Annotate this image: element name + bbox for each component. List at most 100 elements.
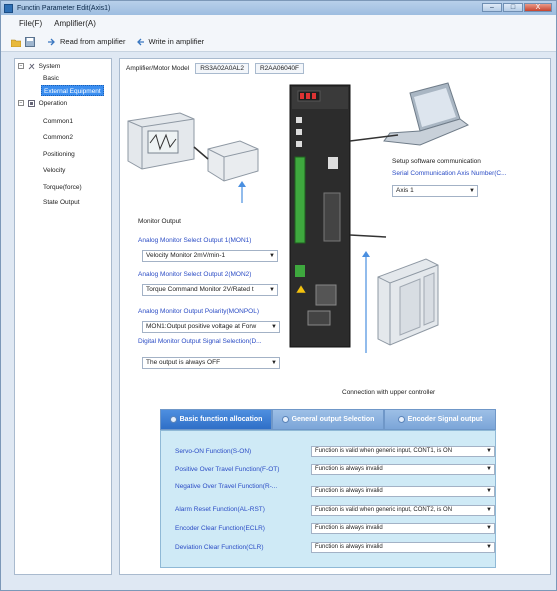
- dropdown-arrow-icon: ▼: [269, 287, 275, 293]
- model-row: Amplifier/Motor Model RS3A02A0AL2 R2AA06…: [126, 63, 304, 74]
- amplifier-model-value: RS3A02A0AL2: [195, 63, 249, 74]
- tab-label: Basic function allocation: [179, 416, 263, 423]
- mon2-value: Torque Command Monitor 2V/Rated t: [146, 286, 254, 293]
- function-label-servo-on: Servo-ON Function(S-ON): [175, 448, 252, 455]
- function-value: Function is always invalid: [315, 544, 383, 550]
- radio-icon: [281, 416, 289, 423]
- tree-item-external-equipment[interactable]: External Equipment: [41, 85, 104, 96]
- menu-bar: File(F) Amplifier(A): [1, 15, 556, 32]
- function-label-r-ot: Negative Over Travel Function(R-...: [175, 483, 278, 490]
- dropdown-arrow-icon: ▼: [269, 253, 275, 259]
- model-label: Amplifier/Motor Model: [126, 65, 190, 72]
- function-select-al-rst[interactable]: Function is valid when generic input, CO…: [311, 505, 495, 516]
- mon1-value: Velocity Monitor 2mV/min-1: [146, 252, 226, 259]
- dropdown-arrow-icon: ▼: [486, 466, 492, 472]
- app-window: Functin Parameter Edit(Axis1) – □ X File…: [0, 0, 557, 591]
- menu-amplifier[interactable]: Amplifier(A): [54, 19, 96, 28]
- maximize-button[interactable]: □: [503, 3, 523, 12]
- servo-amplifier-icon: [289, 84, 351, 348]
- function-select-clr[interactable]: Function is always invalid ▼: [311, 542, 495, 553]
- digital-monitor-value: The output is always OFF: [146, 359, 221, 366]
- read-icon: [47, 37, 57, 47]
- tab-encoder-signal-output[interactable]: Encoder Signal output: [384, 409, 496, 430]
- save-icon[interactable]: [25, 36, 35, 47]
- radio-icon: [397, 416, 405, 423]
- dropdown-arrow-icon: ▼: [486, 507, 492, 513]
- tab-label: General output Selection: [291, 416, 375, 423]
- function-select-f-ot[interactable]: Function is always invalid ▼: [311, 464, 495, 475]
- dropdown-arrow-icon: ▼: [486, 544, 492, 550]
- collapse-icon[interactable]: −: [18, 63, 24, 70]
- menu-file[interactable]: File(F): [19, 19, 42, 28]
- tree-item-torque[interactable]: Torque(force): [43, 182, 82, 193]
- dropdown-arrow-icon: ▼: [271, 360, 277, 366]
- function-label-f-ot: Positive Over Travel Function(F-OT): [175, 466, 280, 473]
- mon1-select[interactable]: Velocity Monitor 2mV/min-1 ▼: [142, 250, 278, 262]
- oscilloscope-icon: [127, 112, 195, 170]
- monpol-select[interactable]: MON1:Output positive voltage at Forw ▼: [142, 321, 280, 333]
- plc-controller-icon: [377, 258, 439, 346]
- function-value: Function is always invalid: [315, 525, 383, 531]
- navigation-tree: − System Basic External Equipment − Oper…: [14, 58, 112, 575]
- upper-controller-label: Connection with upper controller: [342, 389, 436, 396]
- radio-icon: [169, 416, 177, 423]
- app-icon: [4, 3, 13, 13]
- mon1-label: Analog Monitor Select Output 1(MON1): [138, 237, 252, 244]
- dropdown-arrow-icon: ▼: [469, 188, 475, 194]
- function-value: Function is valid when generic input, CO…: [315, 507, 453, 513]
- function-select-r-ot[interactable]: Function is always invalid ▼: [311, 486, 495, 497]
- monpol-value: MON1:Output positive voltage at Forw: [146, 323, 257, 330]
- setup-comm-title: Setup software communication: [392, 158, 481, 165]
- comm-axis-value: Axis 1: [396, 187, 414, 194]
- window-title: Functin Parameter Edit(Axis1): [17, 4, 111, 12]
- function-value: Function is always invalid: [315, 466, 383, 472]
- motor-model-value: R2AA06040F: [254, 63, 304, 74]
- write-in-amplifier-button[interactable]: Write in amplifier: [135, 37, 204, 47]
- function-select-servo-on[interactable]: Function is valid when generic input, CO…: [311, 446, 495, 457]
- comm-axis-select[interactable]: Axis 1 ▼: [392, 185, 478, 197]
- tree-label-operation: Operation: [38, 100, 68, 107]
- function-value: Function is valid when generic input, CO…: [315, 448, 453, 454]
- tab-label: Encoder Signal output: [407, 416, 483, 423]
- tree-item-velocity[interactable]: Velocity: [43, 165, 65, 176]
- title-bar: Functin Parameter Edit(Axis1) – □ X: [1, 1, 556, 15]
- dropdown-arrow-icon: ▼: [486, 488, 492, 494]
- mon2-select[interactable]: Torque Command Monitor 2V/Rated t ▼: [142, 284, 278, 296]
- dropdown-arrow-icon: ▼: [486, 448, 492, 454]
- tree-item-state-output[interactable]: State Output: [43, 197, 80, 208]
- tree-item-basic[interactable]: Basic: [43, 73, 59, 84]
- close-button[interactable]: X: [524, 3, 552, 12]
- dropdown-arrow-icon: ▼: [486, 525, 492, 531]
- monitor-device-icon: [207, 140, 259, 182]
- digital-monitor-select[interactable]: The output is always OFF ▼: [142, 357, 280, 369]
- function-select-eclr[interactable]: Function is always invalid ▼: [311, 523, 495, 534]
- collapse-icon[interactable]: −: [18, 100, 24, 107]
- mon2-label: Analog Monitor Select Output 2(MON2): [138, 271, 252, 278]
- comm-axis-label: Serial Communication Axis Number(C...: [392, 170, 507, 177]
- tree-label-system: System: [38, 63, 61, 70]
- system-icon: [28, 63, 35, 70]
- minimize-button[interactable]: –: [482, 3, 502, 12]
- operation-icon: [27, 99, 35, 107]
- main-panel: Amplifier/Motor Model RS3A02A0AL2 R2AA06…: [119, 58, 551, 575]
- digital-monitor-label: Digital Monitor Output Signal Selection(…: [138, 338, 262, 345]
- monitor-output-title: Monitor Output: [138, 218, 181, 225]
- tab-general-output-selection[interactable]: General output Selection: [272, 409, 384, 430]
- toolbar: Read from amplifier Write in amplifier: [1, 32, 556, 52]
- tab-basic-function-allocation[interactable]: Basic function allocation: [160, 409, 272, 430]
- write-icon: [135, 37, 145, 47]
- tree-node-operation[interactable]: − Operation: [18, 98, 67, 109]
- write-label: Write in amplifier: [148, 37, 205, 46]
- tree-item-positioning[interactable]: Positioning: [43, 149, 75, 160]
- function-allocation-panel: Servo-ON Function(S-ON) Function is vali…: [160, 430, 496, 568]
- read-label: Read from amplifier: [60, 37, 126, 46]
- function-label-eclr: Encoder Clear Function(ECLR): [175, 525, 265, 532]
- read-from-amplifier-button[interactable]: Read from amplifier: [47, 37, 125, 47]
- tree-item-common2[interactable]: Common2: [43, 132, 73, 143]
- dropdown-arrow-icon: ▼: [271, 324, 277, 330]
- tree-item-common1[interactable]: Common1: [43, 116, 73, 127]
- monpol-label: Analog Monitor Output Polarity(MONPOL): [138, 308, 260, 315]
- function-tabs: Basic function allocation General output…: [160, 409, 496, 430]
- tree-node-system[interactable]: − System: [18, 61, 60, 72]
- open-folder-icon[interactable]: [10, 37, 22, 47]
